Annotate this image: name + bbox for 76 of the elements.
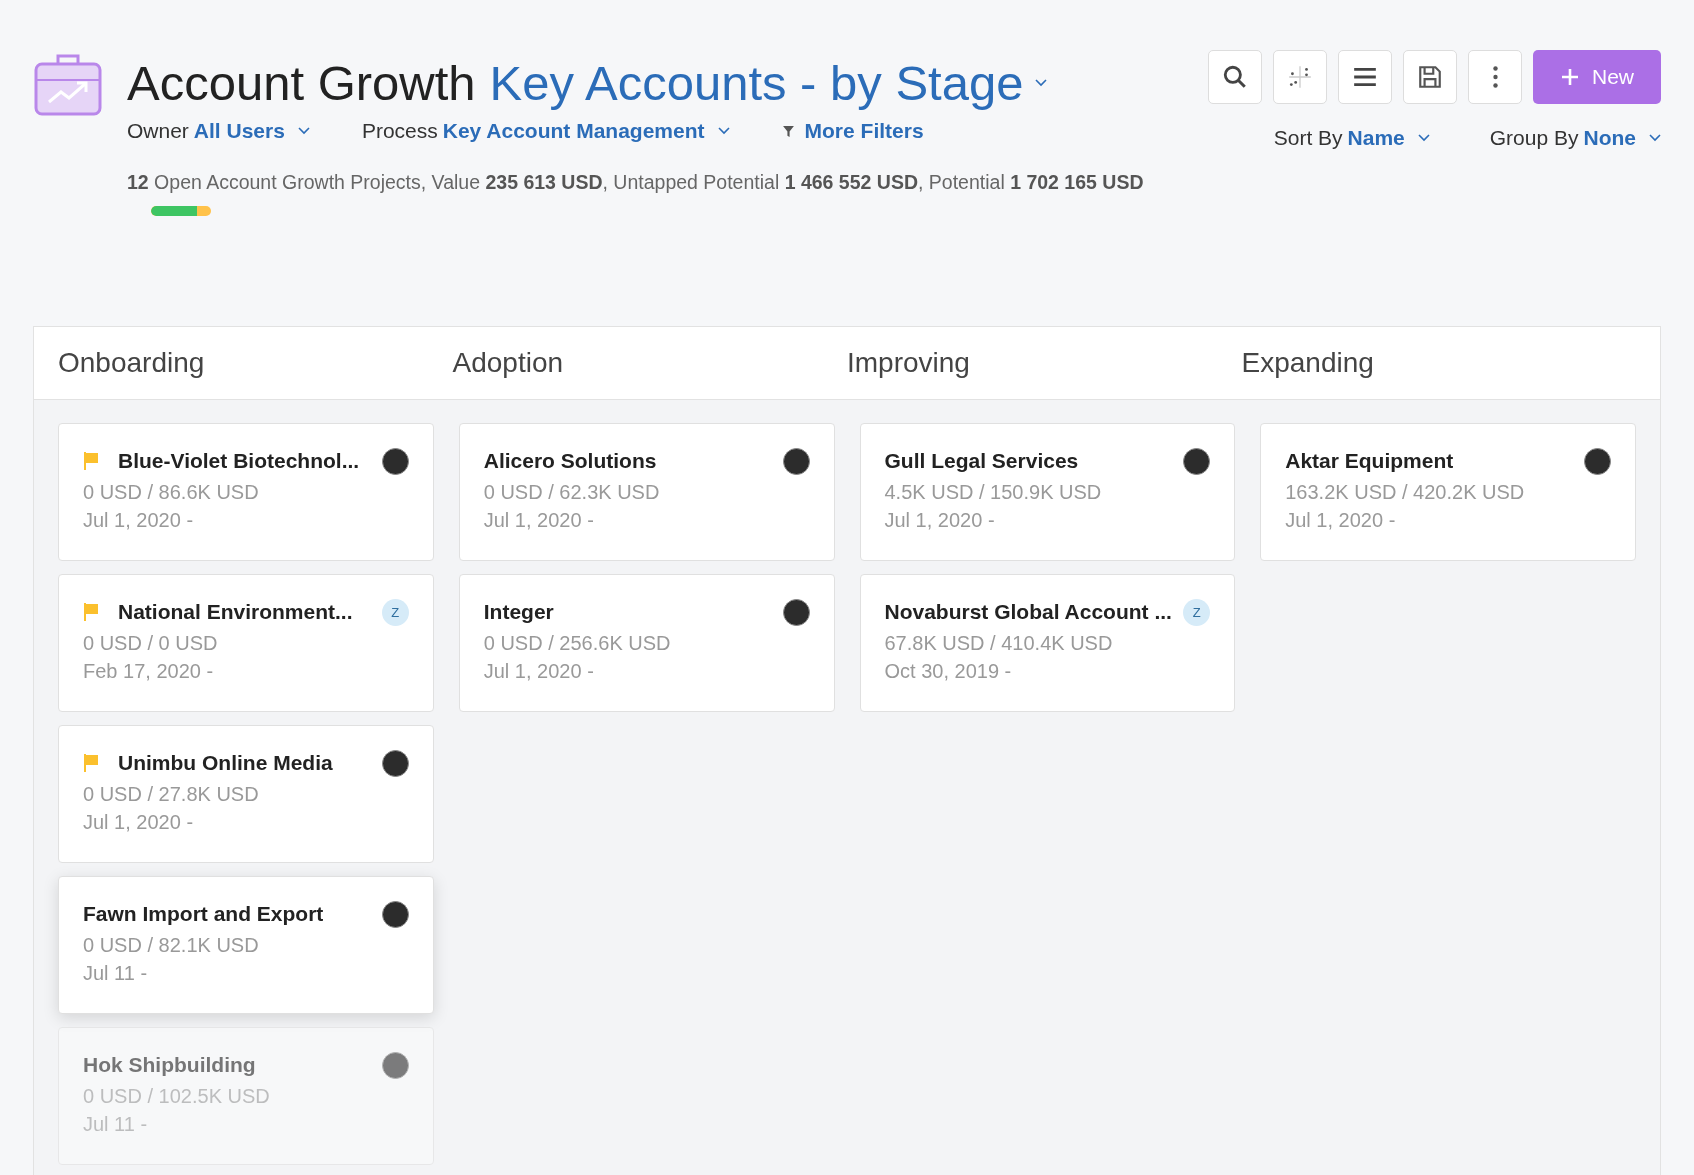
sort-dropdown[interactable]: Sort By Name	[1273, 126, 1430, 150]
date-text: Jul 1, 2020 -	[83, 509, 195, 532]
amount-text: 0 USD / 82.1K USD	[83, 934, 260, 957]
sort-dropdown[interactable]: Group By None	[1489, 126, 1661, 150]
amount-text: 0 USD / 102.5K USD	[83, 1085, 271, 1108]
page-title: Account Growth	[127, 55, 476, 111]
account-card[interactable]: Novaburst Global Account ... Z 67.8K USD / 410.4K USD Oct 30, 2019 -	[859, 574, 1236, 712]
column-title: Adoption	[452, 347, 564, 378]
date-text: Oct 30, 2019 -	[884, 660, 1013, 683]
account-name: Hok Shipbuilding	[83, 1053, 257, 1077]
caret-icon	[1649, 134, 1661, 142]
account-name: Aktar Equipment	[1285, 449, 1455, 473]
avatar-icon	[782, 447, 810, 475]
view-selector[interactable]: Key Accounts - by Stage	[489, 55, 1048, 111]
date-text: Jul 1, 2020 -	[483, 660, 595, 683]
avatar-initial: Z	[1183, 598, 1211, 626]
account-card[interactable]: Blue-Violet Biotechnol... 0 USD / 86.6K USD Jul 1, 2020 -	[58, 423, 434, 561]
amount-text: 0 USD / 86.6K USD	[83, 481, 260, 504]
list-view-button[interactable]	[1338, 50, 1392, 104]
avatar-icon	[1584, 447, 1611, 475]
search-icon	[1222, 64, 1248, 90]
account-card[interactable]: Alicero Solutions 0 USD / 62.3K USD Jul 1, 2020 -	[458, 423, 835, 561]
filter-dropdown[interactable]: Owner All Users	[127, 119, 310, 143]
save-button[interactable]	[1403, 50, 1457, 104]
progress-bar	[151, 206, 211, 216]
avatar-icon	[381, 749, 409, 777]
avatar-icon	[381, 900, 409, 928]
caret-icon	[717, 127, 730, 135]
caret-icon	[1417, 134, 1430, 142]
date-text: Jul 11 -	[83, 962, 149, 985]
account-name: Integer	[483, 600, 555, 624]
more-filters-button[interactable]: More Filters	[781, 119, 924, 143]
amount-text: 4.5K USD / 150.9K USD	[884, 481, 1103, 504]
account-name: Fawn Import and Export	[83, 902, 325, 926]
amount-text: 0 USD / 256.6K USD	[483, 632, 672, 655]
column-title: Onboarding	[58, 347, 205, 378]
account-name: Novaburst Global Account ...	[884, 600, 1173, 624]
avatar-icon	[1183, 447, 1211, 475]
column-title: Expanding	[1241, 347, 1374, 378]
account-name: National Environment...	[118, 600, 354, 624]
plus-icon	[1560, 67, 1580, 87]
date-text: Jul 1, 2020 -	[483, 509, 595, 532]
search-button[interactable]	[1208, 50, 1262, 104]
amount-text: 67.8K USD / 410.4K USD	[884, 632, 1114, 655]
caret-icon	[297, 127, 310, 135]
filter-dropdown[interactable]: Process Key Account Management	[361, 119, 730, 143]
scatter-plot-icon	[1287, 64, 1313, 90]
summary-text: 12 Open Account Growth Projects, Value 235 613 USD, Untapped Potential 1 466 552 USD, Potential 1 702 165 USD	[127, 171, 1145, 194]
avatar-icon	[381, 447, 409, 475]
date-text: Jul 11 -	[83, 1113, 149, 1136]
more-vertical-icon	[1492, 66, 1498, 88]
amount-text: 0 USD / 27.8K USD	[83, 783, 260, 806]
column-title: Improving	[847, 347, 970, 378]
account-card[interactable]: Fawn Import and Export 0 USD / 82.1K USD Jul 11 -	[58, 876, 434, 1014]
date-text: Feb 17, 2020 -	[83, 660, 215, 683]
account-card[interactable]: Hok Shipbuilding 0 USD / 102.5K USD Jul 11 -	[58, 1027, 434, 1165]
account-card[interactable]: Integer 0 USD / 256.6K USD Jul 1, 2020 -	[458, 574, 835, 712]
avatar-icon	[782, 598, 810, 626]
date-text: Jul 1, 2020 -	[1285, 509, 1397, 532]
account-card[interactable]: National Environment... Z 0 USD / 0 USD Feb 17, 2020 -	[58, 574, 434, 712]
amount-text: 0 USD / 0 USD	[83, 632, 219, 655]
account-name: Blue-Violet Biotechnol...	[118, 449, 361, 473]
account-name: Unimbu Online Media	[118, 751, 334, 775]
account-name: Gull Legal Services	[884, 449, 1080, 473]
account-card[interactable]: Aktar Equipment 163.2K USD / 420.2K USD Jul 1, 2020 -	[1260, 423, 1636, 561]
filter-icon	[781, 124, 795, 138]
date-text: Jul 1, 2020 -	[83, 811, 195, 834]
account-card[interactable]: Unimbu Online Media 0 USD / 27.8K USD Jul 1, 2020 -	[58, 725, 434, 863]
amount-text: 163.2K USD / 420.2K USD	[1285, 481, 1526, 504]
account-name: Alicero Solutions	[483, 449, 658, 473]
amount-text: 0 USD / 62.3K USD	[483, 481, 661, 504]
caret-icon	[1035, 79, 1048, 87]
avatar-icon	[381, 1051, 409, 1079]
account-card[interactable]: Gull Legal Services 4.5K USD / 150.9K USD Jul 1, 2020 -	[859, 423, 1236, 561]
avatar-initial: Z	[381, 598, 409, 626]
date-text: Jul 1, 2020 -	[884, 509, 996, 532]
